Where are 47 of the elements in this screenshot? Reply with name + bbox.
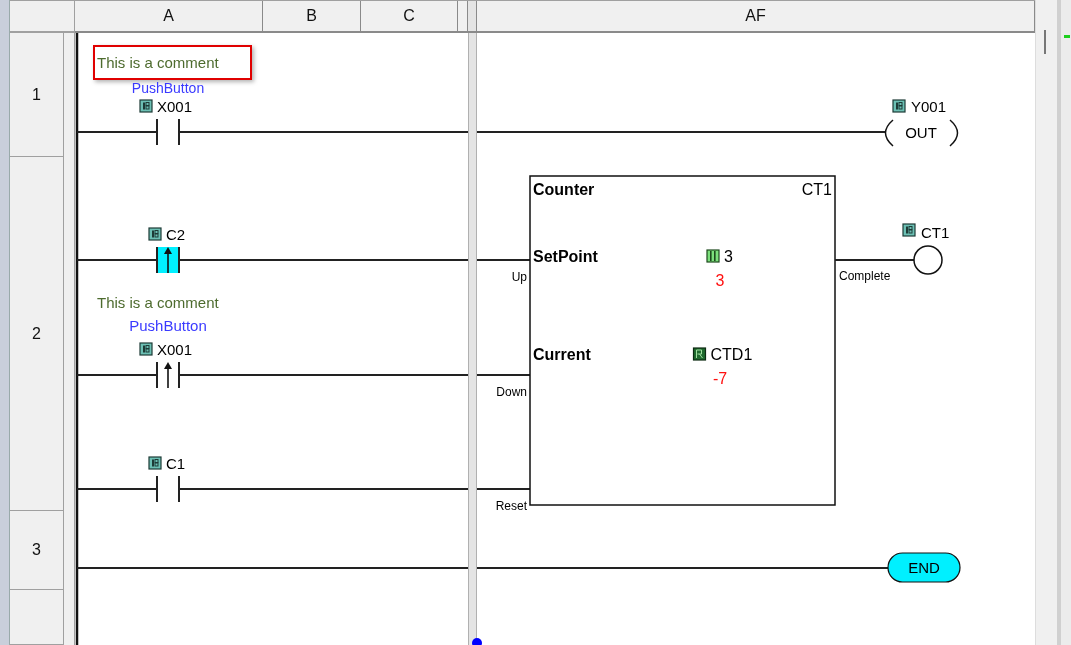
parameter-label: Current bbox=[533, 346, 591, 363]
comment-text: This is a comment bbox=[97, 294, 219, 311]
row-header[interactable]: 3 bbox=[10, 511, 64, 590]
contact-description: PushButton bbox=[131, 80, 205, 96]
column-header[interactable]: A bbox=[75, 1, 263, 31]
address-label: X001 bbox=[157, 341, 193, 358]
contact-symbol[interactable] bbox=[156, 246, 180, 274]
block-name: CT1 bbox=[801, 181, 832, 198]
counter-block[interactable] bbox=[529, 175, 836, 506]
live-value: -7 bbox=[712, 370, 728, 387]
output-coil[interactable] bbox=[913, 245, 943, 275]
row-header[interactable]: 1 bbox=[10, 33, 64, 157]
register-tag-icon bbox=[692, 347, 707, 361]
pin-label: Up bbox=[511, 270, 527, 284]
pin-label: Down bbox=[496, 385, 527, 399]
operand-label: CTD1 bbox=[710, 346, 753, 363]
bit-tag-icon bbox=[892, 99, 906, 113]
pin-label: Complete bbox=[839, 269, 891, 283]
live-value: 3 bbox=[715, 272, 725, 289]
constant-tag-icon bbox=[706, 249, 720, 263]
scrollbar-thumb[interactable] bbox=[1044, 30, 1046, 54]
parameter-label: SetPoint bbox=[533, 248, 598, 265]
contact-symbol[interactable] bbox=[156, 361, 180, 389]
address-label: C2 bbox=[166, 226, 186, 243]
address-label: CT1 bbox=[921, 224, 950, 241]
column-header[interactable]: C bbox=[361, 1, 458, 31]
operand-label: 3 bbox=[724, 248, 733, 265]
row-header[interactable]: 2 bbox=[10, 157, 64, 511]
end-instruction[interactable]: END bbox=[887, 552, 961, 583]
output-coil[interactable]: OUT bbox=[884, 119, 959, 147]
column-header[interactable]: B bbox=[263, 1, 361, 31]
splitter-bar[interactable] bbox=[468, 1, 477, 31]
contact-symbol[interactable] bbox=[156, 118, 180, 146]
address-label: C1 bbox=[166, 455, 186, 472]
address-label: X001 bbox=[157, 98, 193, 115]
contact-description: PushButton bbox=[129, 317, 207, 334]
bit-tag-icon bbox=[148, 456, 162, 470]
pin-label: Reset bbox=[495, 499, 527, 513]
contact-symbol[interactable] bbox=[156, 475, 180, 503]
address-label: Y001 bbox=[911, 98, 947, 115]
block-title: Counter bbox=[533, 181, 595, 198]
bit-tag-icon bbox=[148, 227, 162, 241]
status-marker bbox=[1064, 35, 1070, 38]
bit-tag-icon bbox=[139, 342, 153, 356]
comment-text: This is a comment bbox=[97, 54, 219, 71]
bit-tag-icon bbox=[902, 223, 916, 237]
bit-tag-icon bbox=[139, 99, 153, 113]
